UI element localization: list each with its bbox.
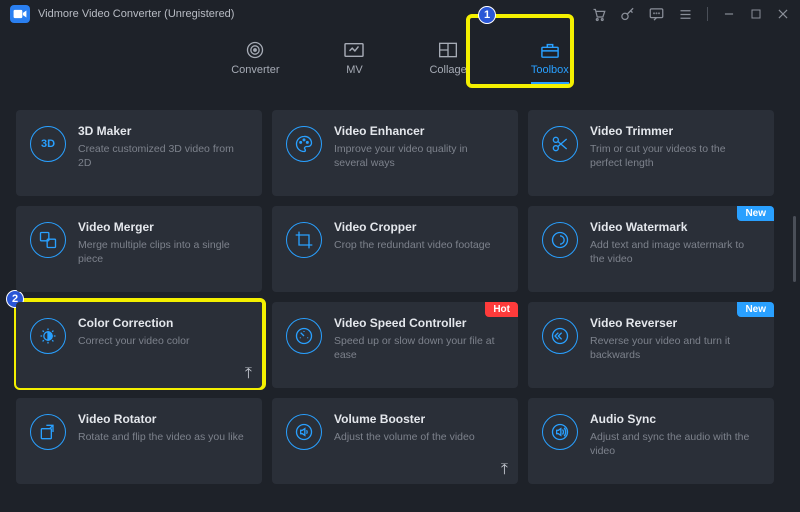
- card-desc: Improve your video quality in several wa…: [334, 142, 504, 170]
- card-desc: Speed up or slow down your file at ease: [334, 334, 504, 362]
- brightness-icon: [30, 318, 66, 354]
- maximize-button[interactable]: [750, 8, 762, 20]
- cart-icon[interactable]: [591, 7, 606, 22]
- menu-icon[interactable]: [678, 7, 693, 22]
- card-title: 3D Maker: [78, 124, 248, 138]
- card-title: Video Merger: [78, 220, 248, 234]
- hot-badge: Hot: [485, 302, 518, 317]
- 3d-icon: 3D: [30, 126, 66, 162]
- collapse-icon: ⤒: [245, 366, 252, 382]
- card-title: Video Cropper: [334, 220, 490, 234]
- scrollbar[interactable]: [793, 216, 796, 282]
- card-desc: Rotate and flip the video as you like: [78, 430, 244, 444]
- card-desc: Add text and image watermark to the vide…: [590, 238, 760, 266]
- rotate-icon: [30, 414, 66, 450]
- card-title: Video Trimmer: [590, 124, 760, 138]
- close-button[interactable]: [776, 7, 790, 21]
- tab-toolbox[interactable]: Toolbox: [523, 36, 577, 88]
- card-desc: Merge multiple clips into a single piece: [78, 238, 248, 266]
- collage-icon: [437, 40, 459, 60]
- watermark-icon: [542, 222, 578, 258]
- new-badge: New: [737, 302, 774, 317]
- card-title: Color Correction: [78, 316, 189, 330]
- card-title: Video Reverser: [590, 316, 760, 330]
- card-desc: Adjust and sync the audio with the video: [590, 430, 760, 458]
- card-title: Video Rotator: [78, 412, 244, 426]
- card-video-trimmer[interactable]: Video Trimmer Trim or cut your videos to …: [528, 110, 774, 196]
- card-audio-sync[interactable]: Audio Sync Adjust and sync the audio with…: [528, 398, 774, 484]
- card-desc: Reverse your video and turn it backwards: [590, 334, 760, 362]
- card-3d-maker[interactable]: 3D 3D Maker Create customized 3D video fr…: [16, 110, 262, 196]
- card-desc: Adjust the volume of the video: [334, 430, 475, 444]
- card-desc: Trim or cut your videos to the perfect l…: [590, 142, 760, 170]
- tab-mv[interactable]: MV: [335, 36, 373, 88]
- app-title: Vidmore Video Converter (Unregistered): [38, 8, 234, 20]
- volume-icon: [286, 414, 322, 450]
- toolbox-icon: [539, 40, 561, 60]
- card-video-merger[interactable]: Video Merger Merge multiple clips into a …: [16, 206, 262, 292]
- tab-label: Toolbox: [531, 64, 569, 76]
- divider: [707, 7, 708, 21]
- card-volume-booster[interactable]: Volume Booster Adjust the volume of the v…: [272, 398, 518, 484]
- step-badge-1: 1: [478, 6, 496, 24]
- card-title: Video Speed Controller: [334, 316, 504, 330]
- card-desc: Crop the redundant video footage: [334, 238, 490, 252]
- feedback-icon[interactable]: [649, 7, 664, 22]
- card-video-cropper[interactable]: Video Cropper Crop the redundant video fo…: [272, 206, 518, 292]
- tab-label: Converter: [231, 64, 279, 76]
- titlebar: Vidmore Video Converter (Unregistered): [0, 0, 800, 28]
- card-video-speed[interactable]: Hot Video Speed Controller Speed up or sl…: [272, 302, 518, 388]
- card-video-rotator[interactable]: Video Rotator Rotate and flip the video a…: [16, 398, 262, 484]
- audio-sync-icon: [542, 414, 578, 450]
- card-title: Audio Sync: [590, 412, 760, 426]
- tab-label: MV: [346, 64, 363, 76]
- scissors-icon: [542, 126, 578, 162]
- card-video-watermark[interactable]: New Video Watermark Add text and image wa…: [528, 206, 774, 292]
- app-logo: [10, 5, 30, 23]
- tab-converter[interactable]: Converter: [223, 36, 287, 88]
- new-badge: New: [737, 206, 774, 221]
- key-icon[interactable]: [620, 7, 635, 22]
- card-desc: Create customized 3D video from 2D: [78, 142, 248, 170]
- card-title: Video Enhancer: [334, 124, 504, 138]
- main-tabs: Converter MV Collage Toolbox: [0, 28, 800, 104]
- card-color-correction[interactable]: Color Correction Correct your video color…: [16, 302, 262, 388]
- minimize-button[interactable]: [722, 7, 736, 21]
- palette-icon: [286, 126, 322, 162]
- collapse-icon: ⤒: [501, 462, 508, 478]
- card-title: Video Watermark: [590, 220, 760, 234]
- reverse-icon: [542, 318, 578, 354]
- mv-icon: [343, 40, 365, 60]
- card-video-enhancer[interactable]: Video Enhancer Improve your video quality…: [272, 110, 518, 196]
- crop-icon: [286, 222, 322, 258]
- converter-icon: [244, 40, 266, 60]
- card-desc: Correct your video color: [78, 334, 189, 348]
- toolbox-grid: 3D 3D Maker Create customized 3D video fr…: [0, 104, 800, 484]
- tab-collage[interactable]: Collage: [421, 36, 474, 88]
- card-video-reverser[interactable]: New Video Reverser Reverse your video and…: [528, 302, 774, 388]
- tab-label: Collage: [429, 64, 466, 76]
- merge-icon: [30, 222, 66, 258]
- gauge-icon: [286, 318, 322, 354]
- card-title: Volume Booster: [334, 412, 475, 426]
